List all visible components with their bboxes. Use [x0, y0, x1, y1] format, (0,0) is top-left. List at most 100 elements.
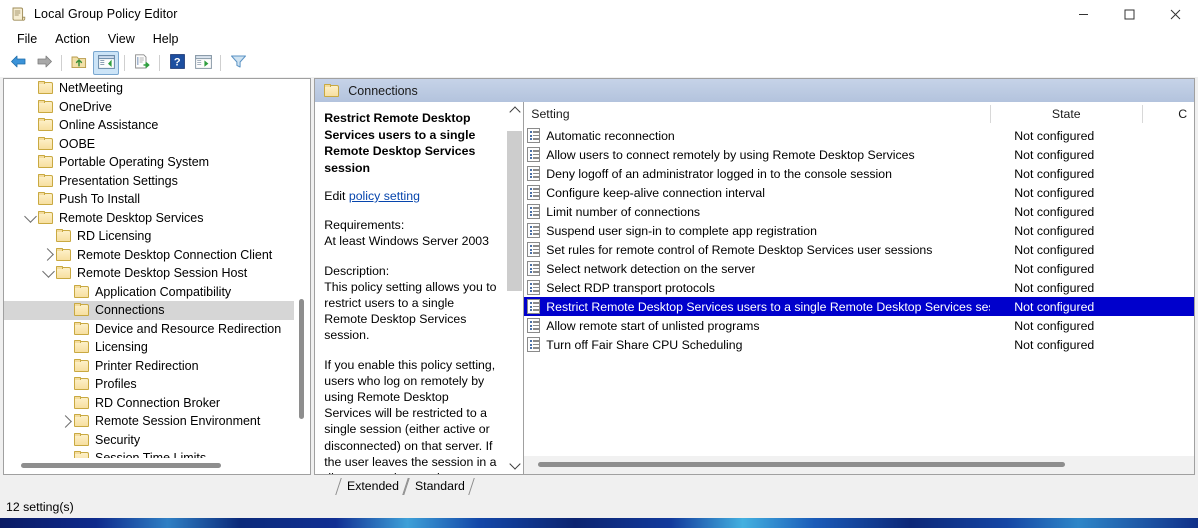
setting-cell: Allow users to connect remotely by using… [524, 147, 990, 162]
folder-icon [38, 99, 54, 114]
minimize-button[interactable] [1060, 0, 1106, 28]
requirements-block: Requirements: At least Windows Server 20… [324, 217, 497, 249]
close-button[interactable] [1152, 0, 1198, 28]
policy-setting-icon [527, 242, 541, 257]
tree-horizontal-scrollbar[interactable] [4, 458, 311, 474]
tree-item-label: RD Connection Broker [95, 395, 221, 410]
help-button[interactable]: ? [165, 52, 189, 74]
tree-vertical-scrollbar[interactable] [294, 79, 311, 442]
tree-item[interactable]: OOBE [4, 135, 310, 154]
folder-icon [74, 303, 90, 317]
up-one-level-button[interactable] [67, 52, 91, 74]
tree-item[interactable]: Remote Desktop Services [4, 209, 310, 228]
menu-help[interactable]: Help [144, 30, 188, 48]
chevron-down-icon[interactable] [40, 265, 56, 281]
policy-setting-icon [527, 147, 541, 162]
state-cell: Not configured [1014, 204, 1095, 219]
state-cell: Not configured [1014, 261, 1095, 276]
settings-list-row[interactable]: Suspend user sign-in to complete app reg… [524, 221, 1194, 240]
setting-cell: Automatic reconnection [524, 128, 990, 143]
description-vertical-scrollbar[interactable] [505, 102, 524, 474]
settings-list-row[interactable]: Select network detection on the server No… [524, 259, 1194, 278]
tree-item[interactable]: Portable Operating System [4, 153, 310, 172]
description-scroll-up-button[interactable] [506, 102, 523, 119]
tree-item-label: RD Licensing [77, 229, 152, 244]
settings-list-row[interactable]: Deny logoff of an administrator logged i… [524, 164, 1194, 183]
maximize-button[interactable] [1106, 0, 1152, 28]
settings-list-row[interactable]: Set rules for remote control of Remote D… [524, 240, 1194, 259]
tree-item[interactable]: Device and Resource Redirection [4, 320, 310, 339]
settings-list-row[interactable]: Allow users to connect remotely by using… [524, 145, 1194, 164]
content-area: NetMeeting OneDrive Online Assistance OOBE P… [0, 77, 1198, 475]
settings-list-row[interactable]: Select RDP transport protocols Not config… [524, 278, 1194, 297]
tree-item-label: Portable Operating System [59, 155, 210, 170]
description-label: Description: [324, 263, 390, 278]
export-list-button[interactable] [130, 52, 154, 74]
tree-item[interactable]: Presentation Settings [4, 172, 310, 191]
menu-view[interactable]: View [99, 30, 144, 48]
tab-extended[interactable]: Extended [338, 476, 406, 496]
tree-item[interactable]: Connections [4, 301, 311, 320]
forward-button[interactable] [32, 52, 56, 74]
show-hide-action-pane-button[interactable] [191, 52, 215, 74]
description-scroll-thumb[interactable] [507, 131, 523, 291]
state-cell: Not configured [1014, 242, 1095, 257]
tree-item-label: Remote Desktop Connection Client [77, 247, 273, 262]
tree-item[interactable]: Session Time Limits [4, 449, 310, 458]
menu-action[interactable]: Action [46, 30, 99, 48]
description-scroll-track[interactable] [506, 119, 524, 457]
settings-list-row[interactable]: Automatic reconnection Not configured [524, 126, 1194, 145]
tree-item[interactable]: OneDrive [4, 98, 310, 117]
settings-list-row[interactable]: Limit number of connections Not configure… [524, 202, 1194, 221]
tree-item[interactable]: RD Connection Broker [4, 394, 310, 413]
tree-item[interactable]: Profiles [4, 375, 310, 394]
folder-icon [56, 229, 72, 243]
tree-item-label: Remote Session Environment [95, 414, 261, 429]
tab-standard[interactable]: Standard [406, 476, 472, 496]
tree-item-label: Device and Resource Redirection [95, 321, 282, 336]
show-hide-console-tree-button[interactable] [93, 51, 119, 75]
list-hscroll-thumb[interactable] [538, 462, 1066, 467]
tree-item-label: Online Assistance [59, 118, 159, 133]
description-scroll-down-button[interactable] [506, 457, 523, 474]
tree-item[interactable]: Remote Desktop Session Host [4, 264, 310, 283]
tree-item[interactable]: Remote Desktop Connection Client [4, 246, 310, 265]
tree-item[interactable]: Online Assistance [4, 116, 310, 135]
chevron-right-icon[interactable] [58, 413, 74, 429]
tree-item[interactable]: Licensing [4, 338, 310, 357]
view-tabs: Extended Standard [0, 475, 1198, 496]
back-button[interactable] [6, 52, 30, 74]
tree-item[interactable]: Remote Session Environment [4, 412, 310, 431]
tree-item[interactable]: RD Licensing [4, 227, 310, 246]
setting-name-label: Select RDP transport protocols [546, 280, 715, 295]
policy-setting-link[interactable]: policy setting [349, 189, 420, 203]
setting-name-label: Select network detection on the server [546, 261, 756, 276]
tree-item[interactable]: Security [4, 431, 310, 450]
chevron-right-icon[interactable] [40, 247, 56, 263]
column-header-state[interactable]: State [990, 102, 1142, 126]
folder-icon [74, 432, 90, 447]
settings-list-row[interactable]: Allow remote start of unlisted programs N… [524, 316, 1194, 335]
tree-item[interactable]: Push To Install [4, 190, 310, 209]
requirements-label: Requirements: [324, 218, 405, 233]
settings-list-row[interactable]: Configure keep-alive connection interval… [524, 183, 1194, 202]
settings-list-row[interactable]: Restrict Remote Desktop Services users t… [524, 297, 1194, 316]
column-header-setting-label: Setting [531, 107, 570, 121]
back-arrow-icon [10, 54, 27, 72]
tree-item-label: Application Compatibility [95, 284, 232, 299]
tree-item[interactable]: Printer Redirection [4, 357, 310, 376]
column-header-comment[interactable]: C [1142, 102, 1194, 126]
tree-hscroll-thumb[interactable] [21, 463, 221, 468]
menu-file[interactable]: File [8, 30, 46, 48]
tree-item[interactable]: Application Compatibility [4, 283, 310, 302]
filter-button[interactable] [226, 52, 250, 74]
setting-name-label: Restrict Remote Desktop Services users t… [546, 299, 991, 314]
status-bar: 12 setting(s) [0, 496, 1198, 518]
chevron-down-icon[interactable] [22, 209, 38, 226]
folder-icon [74, 451, 90, 458]
tree-vscroll-thumb[interactable] [299, 299, 305, 419]
list-horizontal-scrollbar[interactable] [524, 456, 1194, 474]
settings-list-row[interactable]: Turn off Fair Share CPU Scheduling Not co… [524, 335, 1194, 354]
column-header-setting[interactable]: Setting [524, 102, 990, 126]
tree-item[interactable]: NetMeeting [4, 79, 310, 98]
